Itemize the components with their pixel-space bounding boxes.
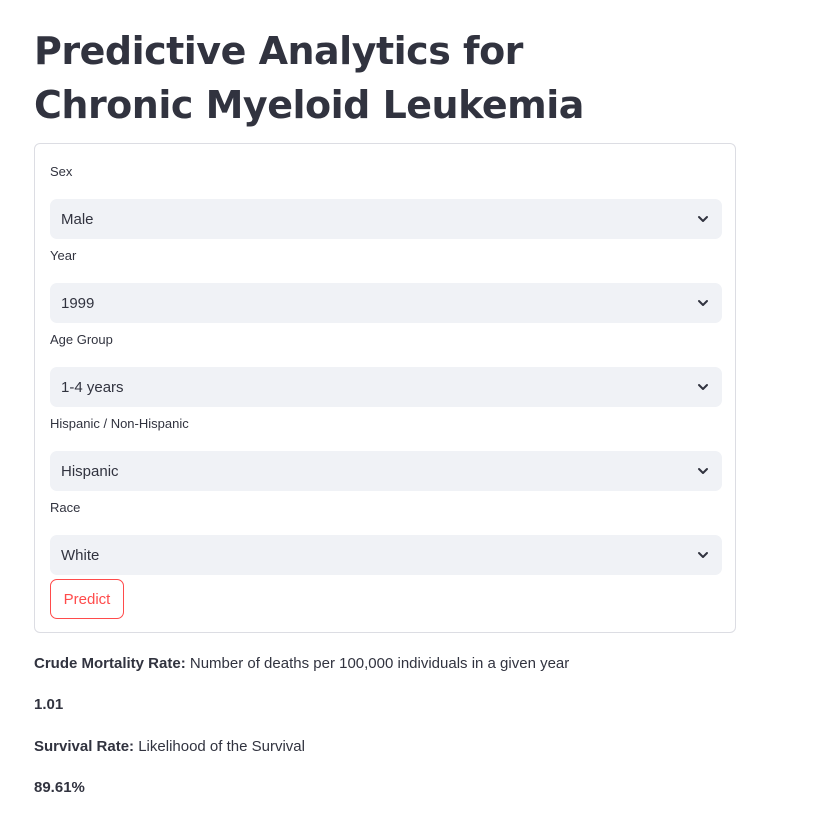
- chevron-down-icon: [695, 295, 711, 311]
- chevron-down-icon: [695, 211, 711, 227]
- age-group-select-value: 1-4 years: [61, 378, 124, 396]
- race-select[interactable]: White: [50, 535, 722, 575]
- age-group-select[interactable]: 1-4 years: [50, 367, 722, 407]
- crude-mortality-description: Crude Mortality Rate: Number of deaths p…: [34, 654, 569, 674]
- sex-label: Sex: [50, 164, 73, 179]
- age-group-field: Age Group 1-4 years: [50, 332, 722, 407]
- crude-mortality-text: Number of deaths per 100,000 individuals…: [185, 655, 570, 672]
- chevron-down-icon: [695, 463, 711, 479]
- main-content: Predictive Analytics for Chronic Myeloid…: [34, 0, 738, 796]
- survival-label: Survival Rate:: [34, 738, 135, 755]
- hispanic-label: Hispanic / Non-Hispanic: [50, 416, 189, 431]
- year-field: Year 1999: [50, 248, 722, 323]
- chevron-down-icon: [695, 547, 711, 563]
- race-label: Race: [50, 500, 81, 515]
- year-select-value: 1999: [61, 294, 95, 312]
- predict-button[interactable]: Predict: [50, 579, 124, 619]
- race-select-value: White: [61, 546, 100, 564]
- survival-text: Likelihood of the Survival: [134, 738, 305, 755]
- crude-mortality-value: 1.01: [34, 696, 64, 713]
- hispanic-select[interactable]: Hispanic: [50, 451, 722, 491]
- sex-field: Sex Male: [50, 164, 722, 239]
- hispanic-select-value: Hispanic: [61, 462, 119, 480]
- survival-description: Survival Rate: Likelihood of the Surviva…: [34, 737, 305, 757]
- crude-mortality-label: Crude Mortality Rate:: [34, 655, 186, 672]
- year-select[interactable]: 1999: [50, 283, 722, 323]
- prediction-form: Sex Male Year 1999 Age Group 1-4 years H…: [34, 143, 736, 633]
- chevron-down-icon: [695, 379, 711, 395]
- year-label: Year: [50, 248, 77, 263]
- race-field: Race White: [50, 500, 722, 575]
- page-title: Predictive Analytics for Chronic Myeloid…: [34, 29, 584, 127]
- sex-select[interactable]: Male: [50, 199, 722, 239]
- hispanic-field: Hispanic / Non-Hispanic Hispanic: [50, 416, 722, 491]
- survival-value: 89.61%: [34, 779, 85, 796]
- age-group-label: Age Group: [50, 332, 113, 347]
- sex-select-value: Male: [61, 210, 94, 228]
